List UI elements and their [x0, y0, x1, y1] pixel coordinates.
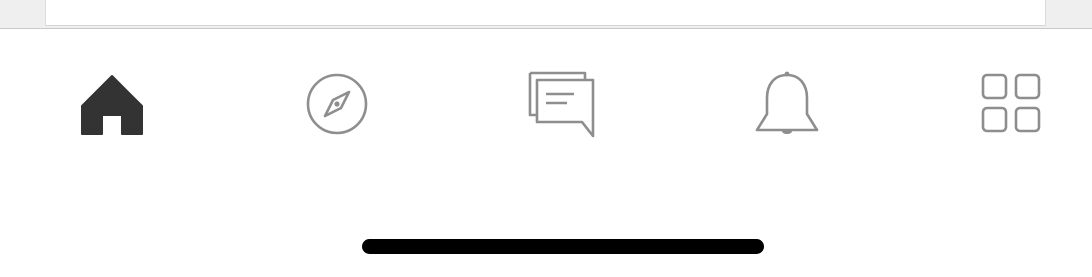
content-area — [0, 0, 1092, 28]
tab-messages[interactable] — [522, 64, 602, 144]
bottom-tab-bar — [0, 28, 1092, 277]
grid-icon — [981, 73, 1041, 133]
tab-home[interactable] — [72, 64, 152, 144]
screen — [0, 0, 1092, 277]
tab-more[interactable] — [972, 64, 1052, 144]
home-indicator[interactable] — [362, 239, 764, 254]
home-icon — [81, 75, 143, 135]
tab-discover[interactable] — [297, 64, 377, 144]
content-card — [45, 0, 1046, 26]
bell-icon — [755, 71, 819, 134]
compass-icon — [306, 73, 368, 135]
tab-notifications[interactable] — [747, 64, 827, 144]
chat-bubbles-icon — [528, 71, 595, 138]
